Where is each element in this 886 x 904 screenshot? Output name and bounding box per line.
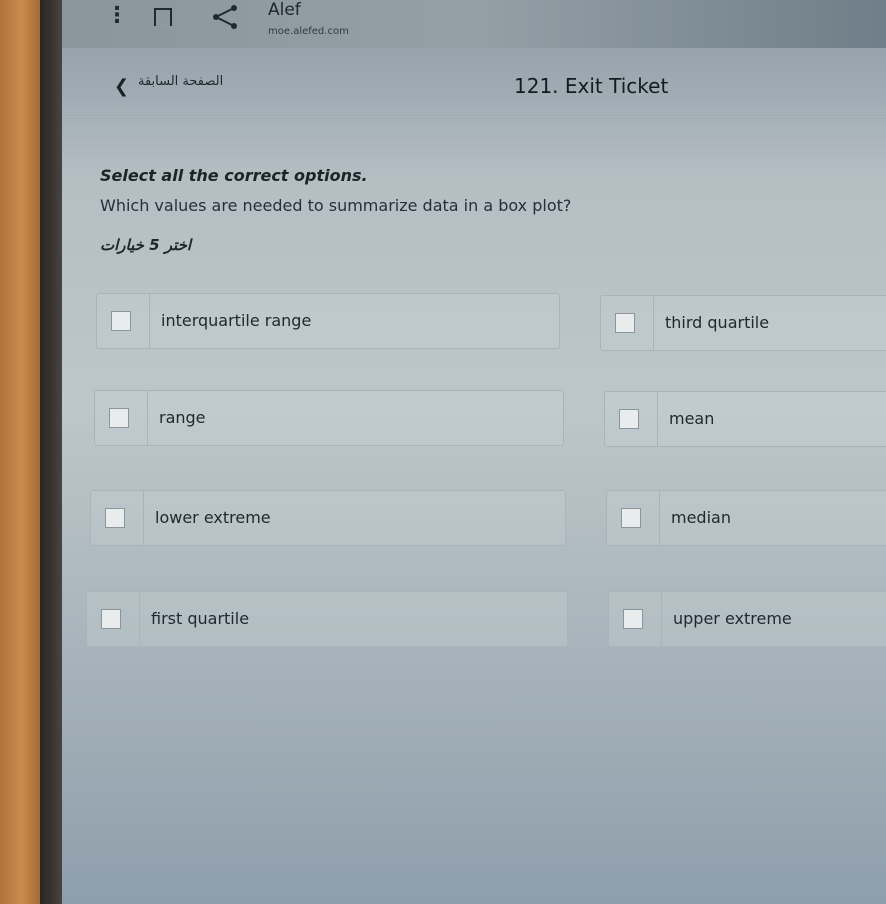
option-median[interactable]: median (606, 490, 886, 546)
option-label: interquartile range (161, 311, 312, 330)
option-label: first quartile (151, 609, 250, 628)
checkbox-cell (607, 491, 660, 545)
option-upper-extreme[interactable]: upper extreme (608, 591, 886, 647)
option-checkbox[interactable] (615, 313, 635, 333)
option-checkbox[interactable] (109, 408, 129, 428)
option-label: third quartile (665, 313, 770, 332)
option-range[interactable]: range (94, 390, 564, 446)
option-checkbox[interactable] (105, 508, 125, 528)
checkbox-cell (97, 294, 150, 348)
selection-hint: اختر 5 خيارات (100, 236, 192, 254)
option-checkbox[interactable] (111, 311, 131, 331)
bookmark-icon[interactable] (154, 8, 172, 28)
question-instruction: Select all the correct options. (100, 166, 368, 185)
menu-icon[interactable]: ⋮ (106, 5, 128, 27)
page-header: ❮ الصفحة السابقة 121. Exit Ticket (62, 60, 886, 116)
option-lower-extreme[interactable]: lower extreme (90, 490, 566, 546)
share-icon[interactable] (210, 4, 240, 34)
option-mean[interactable]: mean (604, 391, 886, 447)
option-label: range (159, 408, 206, 427)
site-url[interactable]: moe.alefed.com (268, 26, 349, 37)
option-third-quartile[interactable]: third quartile (600, 295, 886, 351)
back-link[interactable]: الصفحة السابقة (138, 74, 223, 89)
device-bezel-inner (40, 0, 62, 904)
option-first-quartile[interactable]: first quartile (86, 591, 568, 647)
option-label: lower extreme (155, 508, 271, 527)
option-label: median (671, 508, 731, 527)
chevron-left-icon[interactable]: ❮ (114, 76, 129, 97)
checkbox-cell (605, 392, 658, 446)
checkbox-cell (91, 491, 144, 545)
option-label: upper extreme (673, 609, 792, 628)
checkbox-cell (601, 296, 654, 350)
checkbox-cell (87, 592, 140, 646)
question-text: Which values are needed to summarize dat… (100, 196, 572, 215)
browser-toolbar: ⋮ Alef moe.alefed.com (62, 0, 886, 48)
option-checkbox[interactable] (623, 609, 643, 629)
device-bezel (0, 0, 40, 904)
screen: ⋮ Alef moe.alefed.com ❮ الصفحة السابقة 1… (62, 0, 886, 904)
checkbox-cell (609, 592, 662, 646)
site-title: Alef (268, 0, 301, 20)
page-title: 121. Exit Ticket (514, 74, 669, 98)
option-checkbox[interactable] (619, 409, 639, 429)
header-divider (62, 118, 886, 119)
checkbox-cell (95, 391, 148, 445)
option-interquartile-range[interactable]: interquartile range (96, 293, 560, 349)
option-checkbox[interactable] (621, 508, 641, 528)
option-checkbox[interactable] (101, 609, 121, 629)
option-label: mean (669, 409, 715, 428)
